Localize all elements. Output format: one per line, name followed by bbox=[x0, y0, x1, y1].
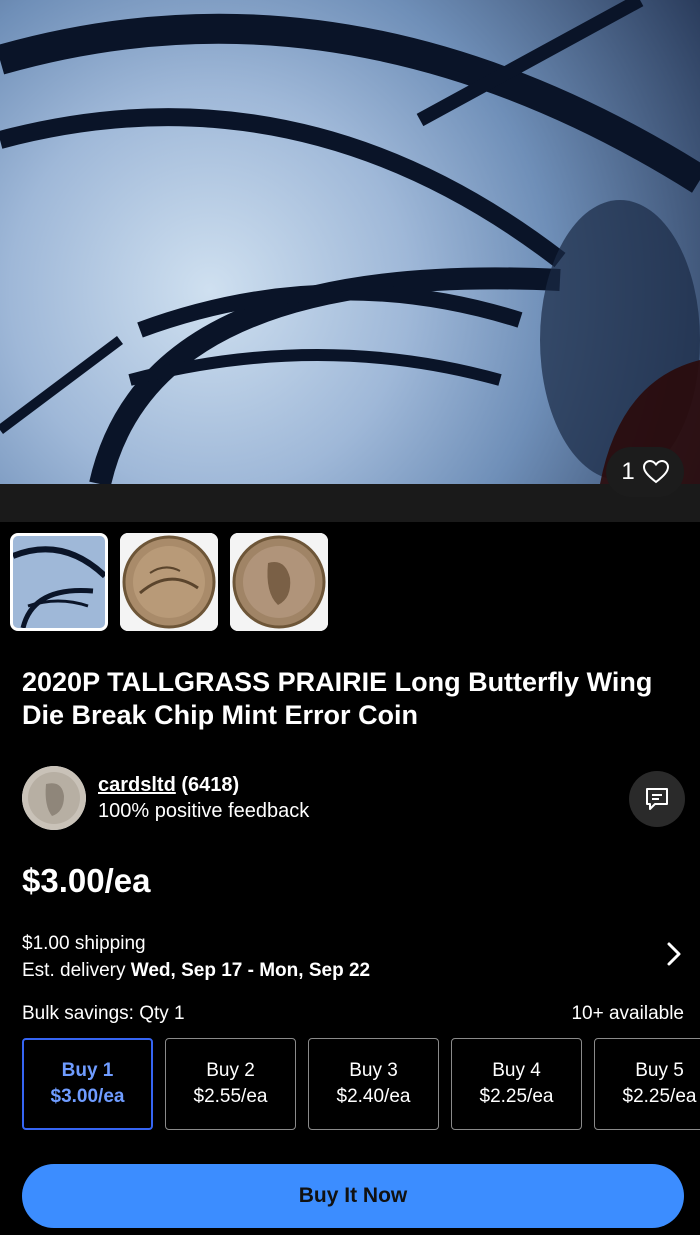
seller-name-link[interactable]: cardsltd bbox=[98, 774, 176, 796]
seller-avatar[interactable] bbox=[22, 766, 86, 830]
seller-rating: (6418) bbox=[181, 774, 240, 796]
bulk-tier-option[interactable]: Buy 4 $2.25/ea bbox=[451, 1038, 582, 1130]
hero-footer-bar bbox=[0, 484, 700, 522]
tier-label: Buy 5 bbox=[635, 1060, 684, 1081]
seller-feedback: 100% positive feedback bbox=[98, 800, 310, 822]
bulk-tier-option[interactable]: Buy 3 $2.40/ea bbox=[308, 1038, 439, 1130]
bulk-tier-option[interactable]: Buy 5 $2.25/ea bbox=[594, 1038, 700, 1130]
availability-count: 10+ available bbox=[571, 1003, 684, 1024]
watch-button[interactable]: 1 bbox=[606, 447, 684, 497]
tier-price: $2.55/ea bbox=[193, 1086, 268, 1107]
shipping-info[interactable]: $1.00 shipping Est. delivery Wed, Sep 17… bbox=[22, 930, 370, 984]
coin-closeup-art bbox=[0, 0, 700, 484]
tier-price: $2.40/ea bbox=[336, 1086, 411, 1107]
bulk-savings-label: Bulk savings: Qty 1 bbox=[22, 1003, 185, 1024]
bulk-tier-option[interactable]: Buy 1 $3.00/ea bbox=[22, 1038, 153, 1130]
tier-label: Buy 3 bbox=[349, 1060, 398, 1081]
tier-label: Buy 2 bbox=[206, 1060, 255, 1081]
heart-icon bbox=[642, 460, 669, 484]
tier-price: $3.00/ea bbox=[50, 1086, 125, 1107]
bulk-tier-option[interactable]: Buy 2 $2.55/ea bbox=[165, 1038, 296, 1130]
message-seller-button[interactable] bbox=[629, 771, 685, 827]
avatar-image bbox=[22, 766, 86, 830]
seller-info: cardsltd (6418) 100% positive feedback bbox=[98, 772, 309, 824]
bulk-tier-options: Buy 1 $3.00/ea Buy 2 $2.55/ea Buy 3 $2.4… bbox=[22, 1038, 700, 1130]
chevron-right-icon[interactable] bbox=[664, 940, 684, 968]
thumbnail-art bbox=[120, 533, 218, 631]
buy-it-now-button[interactable]: Buy It Now bbox=[22, 1164, 684, 1228]
thumbnail-butterfly-closeup[interactable] bbox=[10, 533, 108, 631]
chat-icon bbox=[646, 788, 668, 810]
tier-label: Buy 1 bbox=[61, 1060, 114, 1081]
favorite-count: 1 bbox=[621, 458, 635, 485]
product-hero-image[interactable] bbox=[0, 0, 700, 484]
seller-card[interactable]: cardsltd (6418) 100% positive feedback bbox=[22, 766, 309, 830]
item-price: $3.00/ea bbox=[22, 862, 151, 899]
tier-label: Buy 4 bbox=[492, 1060, 541, 1081]
thumbnail-art bbox=[13, 536, 105, 628]
listing-title: 2020P TALLGRASS PRAIRIE Long Butterfly W… bbox=[22, 667, 653, 730]
delivery-estimate: Est. delivery Wed, Sep 17 - Mon, Sep 22 bbox=[22, 957, 370, 984]
tier-price: $2.25/ea bbox=[479, 1086, 554, 1107]
tier-price: $2.25/ea bbox=[622, 1086, 697, 1107]
thumbnail-coin-reverse[interactable] bbox=[120, 533, 218, 631]
thumbnail-art bbox=[230, 533, 328, 631]
delivery-dates: Wed, Sep 17 - Mon, Sep 22 bbox=[130, 960, 371, 981]
shipping-cost: $1.00 shipping bbox=[22, 933, 146, 954]
thumbnail-coin-obverse[interactable] bbox=[230, 533, 328, 631]
delivery-prefix: Est. delivery bbox=[22, 960, 131, 981]
thumbnail-strip bbox=[10, 533, 328, 631]
